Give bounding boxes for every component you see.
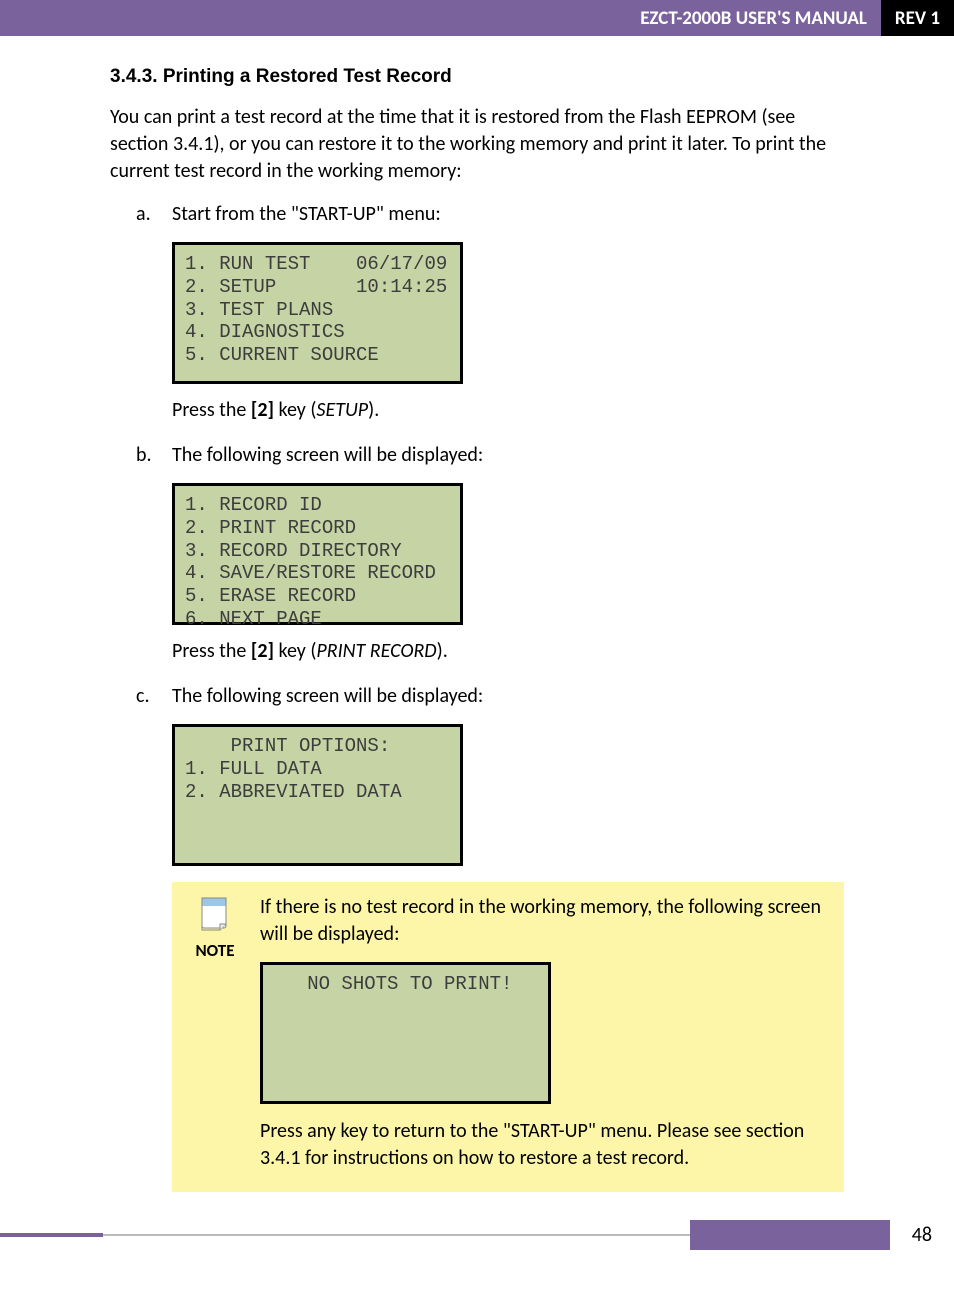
lcd-screen-no-shots: NO SHOTS TO PRINT! xyxy=(260,962,551,1104)
section-heading: 3.4.3. Printing a Restored Test Record xyxy=(110,66,844,88)
lcd-screen-print-options: PRINT OPTIONS: 1. FULL DATA 2. ABBREVIAT… xyxy=(172,724,463,866)
page-header: EZCT-2000B USER'S MANUAL REV 1 xyxy=(0,0,954,36)
step-b-instruction: Press the [2] key (PRINT RECORD). xyxy=(172,639,844,663)
step-b: b. The following screen will be displaye… xyxy=(110,442,844,469)
step-b-text: The following screen will be displayed: xyxy=(172,442,844,469)
step-c: c. The following screen will be displaye… xyxy=(110,683,844,710)
page-footer: 48 xyxy=(0,1220,954,1250)
header-title: EZCT-2000B USER'S MANUAL xyxy=(0,0,881,36)
note-text-1: If there is no test record in the workin… xyxy=(260,894,828,948)
step-c-marker: c. xyxy=(136,683,172,710)
content: 3.4.3. Printing a Restored Test Record Y… xyxy=(0,66,954,1192)
note-icon xyxy=(196,894,234,932)
section-number: 3.4.3. xyxy=(110,66,158,87)
lcd-screen-startup: 1. RUN TEST 06/17/09 2. SETUP 10:14:25 3… xyxy=(172,242,463,384)
intro-paragraph: You can print a test record at the time … xyxy=(110,104,844,185)
lcd-screen-setup-menu: 1. RECORD ID 2. PRINT RECORD 3. RECORD D… xyxy=(172,483,463,625)
footer-line-left xyxy=(0,1233,103,1237)
step-a-marker: a. xyxy=(136,201,172,228)
header-revision: REV 1 xyxy=(881,0,954,36)
page-number: 48 xyxy=(912,1223,932,1247)
section-title: Printing a Restored Test Record xyxy=(163,66,452,87)
step-c-text: The following screen will be displayed: xyxy=(172,683,844,710)
note-left-column: NOTE xyxy=(188,894,242,1172)
note-label: NOTE xyxy=(188,940,242,961)
key-2-b: [2] xyxy=(251,639,274,663)
footer-line-mid xyxy=(103,1234,690,1236)
step-b-marker: b. xyxy=(136,442,172,469)
step-a-instruction: Press the [2] key (SETUP). xyxy=(172,398,844,422)
key-2: [2] xyxy=(251,398,274,422)
footer-block xyxy=(690,1220,890,1250)
page: EZCT-2000B USER'S MANUAL REV 1 3.4.3. Pr… xyxy=(0,0,954,1310)
note-text-2: Press any key to return to the "START-UP… xyxy=(260,1118,828,1172)
note-right-column: If there is no test record in the workin… xyxy=(260,894,828,1172)
note-box: NOTE If there is no test record in the w… xyxy=(172,882,844,1192)
step-a-text: Start from the "START-UP" menu: xyxy=(172,201,844,228)
step-a: a. Start from the "START-UP" menu: xyxy=(110,201,844,228)
